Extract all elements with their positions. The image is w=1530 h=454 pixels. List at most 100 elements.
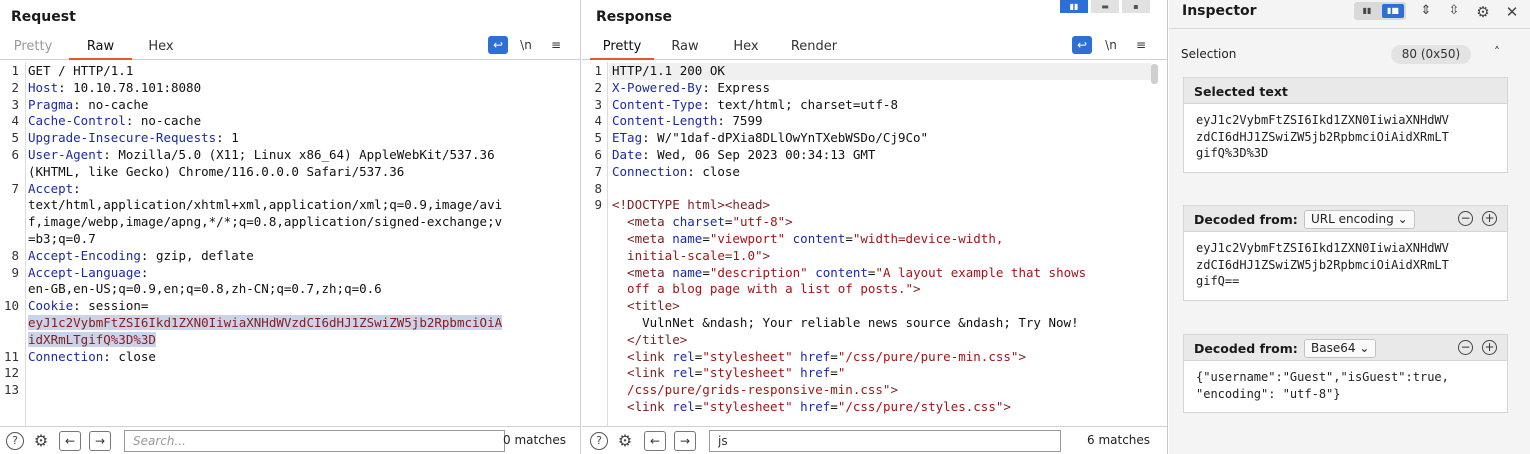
request-code[interactable]: GET / HTTP/1.1 Host: 10.10.78.101:8080 Pra… [28,63,574,399]
inspector-divider [1169,28,1530,29]
add-decoder-icon[interactable]: + [1482,340,1497,355]
response-code-token: name [672,230,703,246]
response-code[interactable]: HTTP/1.1 200 OK X-Powered-By: Express Cont… [612,63,1161,416]
add-decoder-icon[interactable]: + [1482,211,1497,226]
request-line-number: 9 [11,264,19,280]
decoder-select-value: Base64 [1311,341,1356,355]
layout-tabs-icon[interactable]: ▪ [1122,0,1150,13]
response-code-token: "/css/pure/pure-min.css" [837,348,1019,364]
request-editor[interactable]: 1 2 3 4 5 6 7 8 9 10 11 12 13 GET / HTTP/1.1 Host: 10… [0,62,580,426]
request-code-line: Pragma: no-cache [28,97,574,114]
collapse-all-icon[interactable]: ⇳ [1444,3,1464,18]
menu-icon[interactable]: ≡ [546,36,566,54]
inspector-title: Inspector [1182,3,1257,19]
request-code-token: User-Agent [28,146,104,162]
settings-icon[interactable]: ⚙ [616,432,634,450]
decoded-url-value[interactable]: eyJ1c2VybmFtZSI6Ikd1ZXN0IiwiaXNHdWV zdCI… [1184,232,1507,300]
request-code-token: Upgrade-Insecure-Requests [28,130,217,146]
response-line-number: 1 [594,63,602,78]
request-code-line: Accept-Encoding: gzip, deflate [28,248,574,265]
wrap-lines-icon[interactable]: ↩ [488,36,508,54]
response-line-number: 9 [594,197,602,213]
request-code-line: Cache-Control: no-cache [28,113,574,130]
response-code-token: <meta [612,230,673,246]
request-code-line: idXRmLTgifQ%3D%3D [28,331,574,349]
decoded-base64-value[interactable]: {"username":"Guest","isGuest":true, "enc… [1184,361,1507,412]
request-search-input[interactable] [124,430,505,452]
response-code-line: </title> [612,332,1161,349]
help-icon[interactable]: ? [6,432,24,450]
wrap-lines-icon[interactable]: ↩ [1072,36,1092,54]
back-icon[interactable]: ← [644,431,666,451]
help-icon[interactable]: ? [590,432,608,450]
forward-icon[interactable]: → [89,431,111,451]
settings-icon[interactable]: ⚙ [1473,3,1493,21]
layout-side-by-side-icon[interactable]: ▮▮ [1060,0,1088,13]
forward-icon[interactable]: → [674,431,696,451]
settings-icon[interactable]: ⚙ [32,432,50,450]
layout-stacked-icon[interactable]: ▬ [1091,0,1119,13]
response-tab-raw[interactable]: Raw [665,38,705,60]
selected-text-value[interactable]: eyJ1c2VybmFtZSI6Ikd1ZXN0IiwiaXNHdWV zdCI… [1184,104,1507,172]
selected-text-header: Selected text [1184,78,1507,104]
response-search-input[interactable] [709,430,1061,452]
decoded-url-card: Decoded from: URL encoding ⌄ − + eyJ1c2V… [1183,205,1508,301]
request-code-token: Host [28,79,59,95]
response-code-token: "stylesheet" [702,348,793,364]
response-code-line: <link rel="stylesheet" href="/css/pure/p… [612,349,1161,366]
show-newlines-icon[interactable]: \n [1101,36,1121,54]
decoder-select-url[interactable]: URL encoding ⌄ [1304,210,1415,229]
request-code-token: Pragma [28,96,74,112]
request-tab-hex[interactable]: Hex [140,38,182,60]
response-tab-hex[interactable]: Hex [727,38,765,60]
response-code-token: "stylesheet" [702,398,793,414]
response-code-token: Content-Type [612,96,703,112]
response-search-bar: ? ⚙ ← → 6 matches [582,426,1167,454]
back-icon[interactable]: ← [59,431,81,451]
close-icon[interactable]: ✕ [1502,3,1522,21]
decoded-base64-card: Decoded from: Base64 ⌄ − + {"username":"… [1183,334,1508,413]
request-code-token: : session= [73,298,149,314]
show-newlines-icon[interactable]: \n [516,36,536,54]
menu-icon[interactable]: ≡ [1131,36,1151,54]
response-code-token: "utf-8" [732,214,786,230]
request-code-token: text/html,application/xhtml+xml,applicat… [28,197,503,213]
request-code-token: idXRmLTgifQ%3D%3D [28,331,156,347]
expand-all-icon[interactable]: ⇕ [1416,3,1436,18]
response-code-line: Connection: close [612,164,1161,181]
response-line-number: 5 [594,130,602,146]
request-line-number: 4 [11,113,19,129]
response-tab-pretty[interactable]: Pretty [590,38,654,60]
response-code-token: <meta [612,264,673,280]
request-code-token: Connection [28,348,104,364]
request-tab-raw[interactable]: Raw [69,38,132,60]
remove-decoder-icon[interactable]: − [1458,340,1473,355]
request-code-line: Accept: [28,181,574,198]
response-code-line: X-Powered-By: Express [612,80,1161,97]
request-search-bar: ? ⚙ ← → 0 matches [0,426,580,454]
chevron-up-icon[interactable]: ˄ [1494,45,1500,59]
response-code-token: "A layout example that shows [875,264,1087,280]
response-code-line: Content-Length: 7599 [612,113,1161,130]
inspector-layout-panel-icon[interactable]: ▮■ [1382,4,1404,18]
request-pane: Request Pretty Raw Hex ↩ \n ≡ 1234567891… [0,0,581,454]
inspector-layout-toggle: ▮▮ ▮■ [1354,2,1406,20]
response-code-line: /css/pure/grids-responsive-min.css"> [612,382,1161,399]
response-tab-render[interactable]: Render [787,38,841,60]
response-code-token: = [830,365,838,381]
response-code-token: > [762,247,771,263]
response-editor[interactable]: 123456789 HTTP/1.1 200 OK X-Powered-By: E… [582,62,1167,426]
remove-decoder-icon[interactable]: − [1458,211,1473,226]
response-code-token: <link [612,398,673,414]
response-code-token: "stylesheet" [702,365,793,381]
chevron-down-icon: ⌄ [1397,212,1408,226]
inspector-layout-list-icon[interactable]: ▮▮ [1357,4,1377,18]
request-tab-pretty[interactable]: Pretty [8,38,58,60]
decoder-select-base64[interactable]: Base64 ⌄ [1304,339,1377,358]
decoded-base64-header: Decoded from: Base64 ⌄ − + [1184,335,1507,361]
request-code-line: Accept-Language: [28,265,574,282]
request-line-number: 1 [11,63,19,78]
response-scrollbar[interactable] [1151,64,1158,84]
response-code-line: <meta charset="utf-8"> [612,214,1161,231]
response-code-token: VulnNet &ndash; Your reliable news sourc… [612,314,1079,330]
